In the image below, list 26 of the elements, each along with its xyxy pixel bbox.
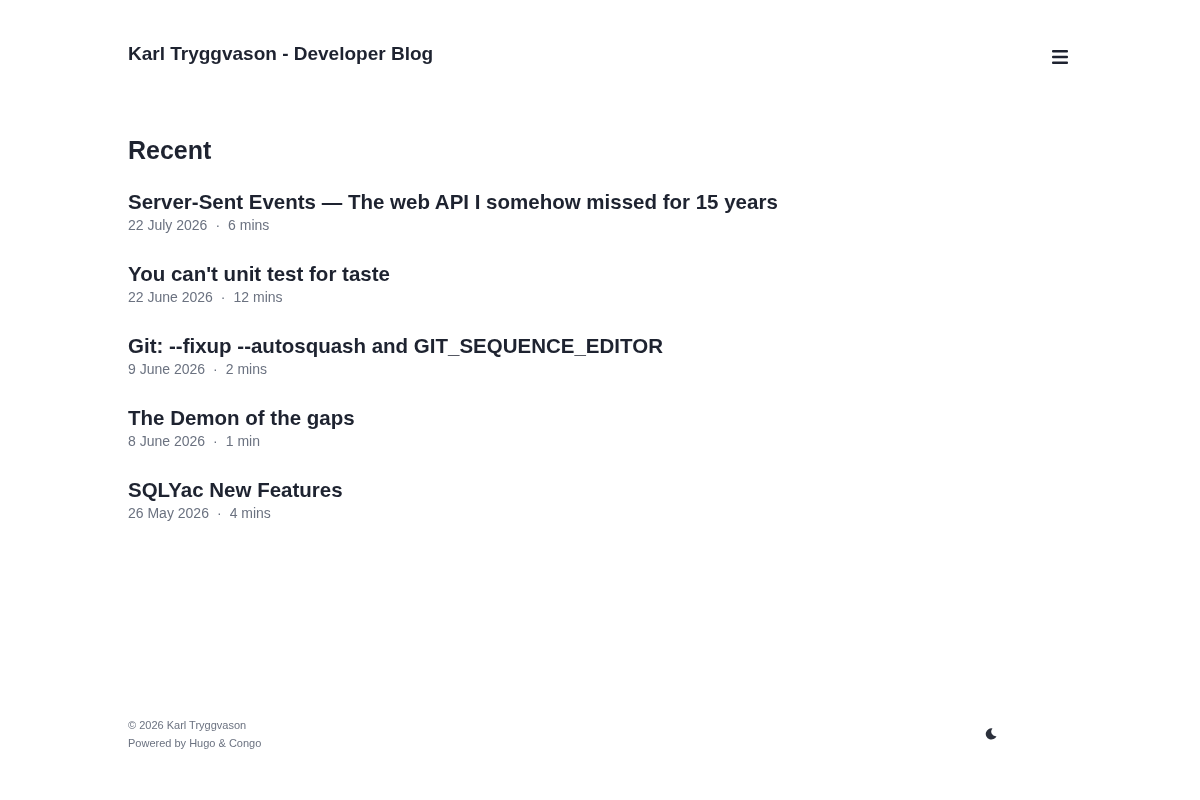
- post-title[interactable]: Git: --fixup --autosquash and GIT_SEQUENCE_EDITOR: [128, 333, 663, 359]
- separator-dot: ·: [220, 288, 226, 307]
- separator-dot: ·: [216, 504, 222, 523]
- separator-dot: ·: [213, 432, 218, 451]
- post-date: 22 July 2026: [128, 216, 208, 235]
- section-heading: Recent: [128, 135, 213, 165]
- post-title[interactable]: The Demon of the gaps: [128, 405, 355, 431]
- post-date: 22 June 2026: [128, 288, 213, 307]
- powered-by-text: Powered by Hugo & Congo: [128, 736, 262, 751]
- separator-dot: ·: [215, 216, 221, 235]
- post-date: 9 June 2026: [128, 360, 206, 379]
- moon-icon[interactable]: [985, 728, 997, 740]
- copyright-text: © 2026 Karl Tryggvason: [128, 718, 248, 733]
- site-title[interactable]: Karl Tryggvason - Developer Blog: [128, 43, 434, 65]
- post-title[interactable]: Server-Sent Events — The web API I somehow missed for 15 years: [128, 189, 778, 215]
- separator-dot: ·: [213, 360, 218, 379]
- post-date: 8 June 2026: [128, 432, 206, 451]
- post-title[interactable]: SQLYac New Features: [128, 477, 343, 503]
- post-title[interactable]: You can't unit test for taste: [128, 261, 390, 287]
- menu-icon[interactable]: [1052, 50, 1068, 64]
- reading-time: 12 mins: [233, 288, 283, 307]
- reading-time: 2 mins: [225, 360, 267, 379]
- post-date: 26 May 2026: [128, 504, 209, 523]
- reading-time: 4 mins: [229, 504, 271, 523]
- reading-time: 1 min: [225, 432, 260, 451]
- reading-time: 6 mins: [228, 216, 270, 235]
